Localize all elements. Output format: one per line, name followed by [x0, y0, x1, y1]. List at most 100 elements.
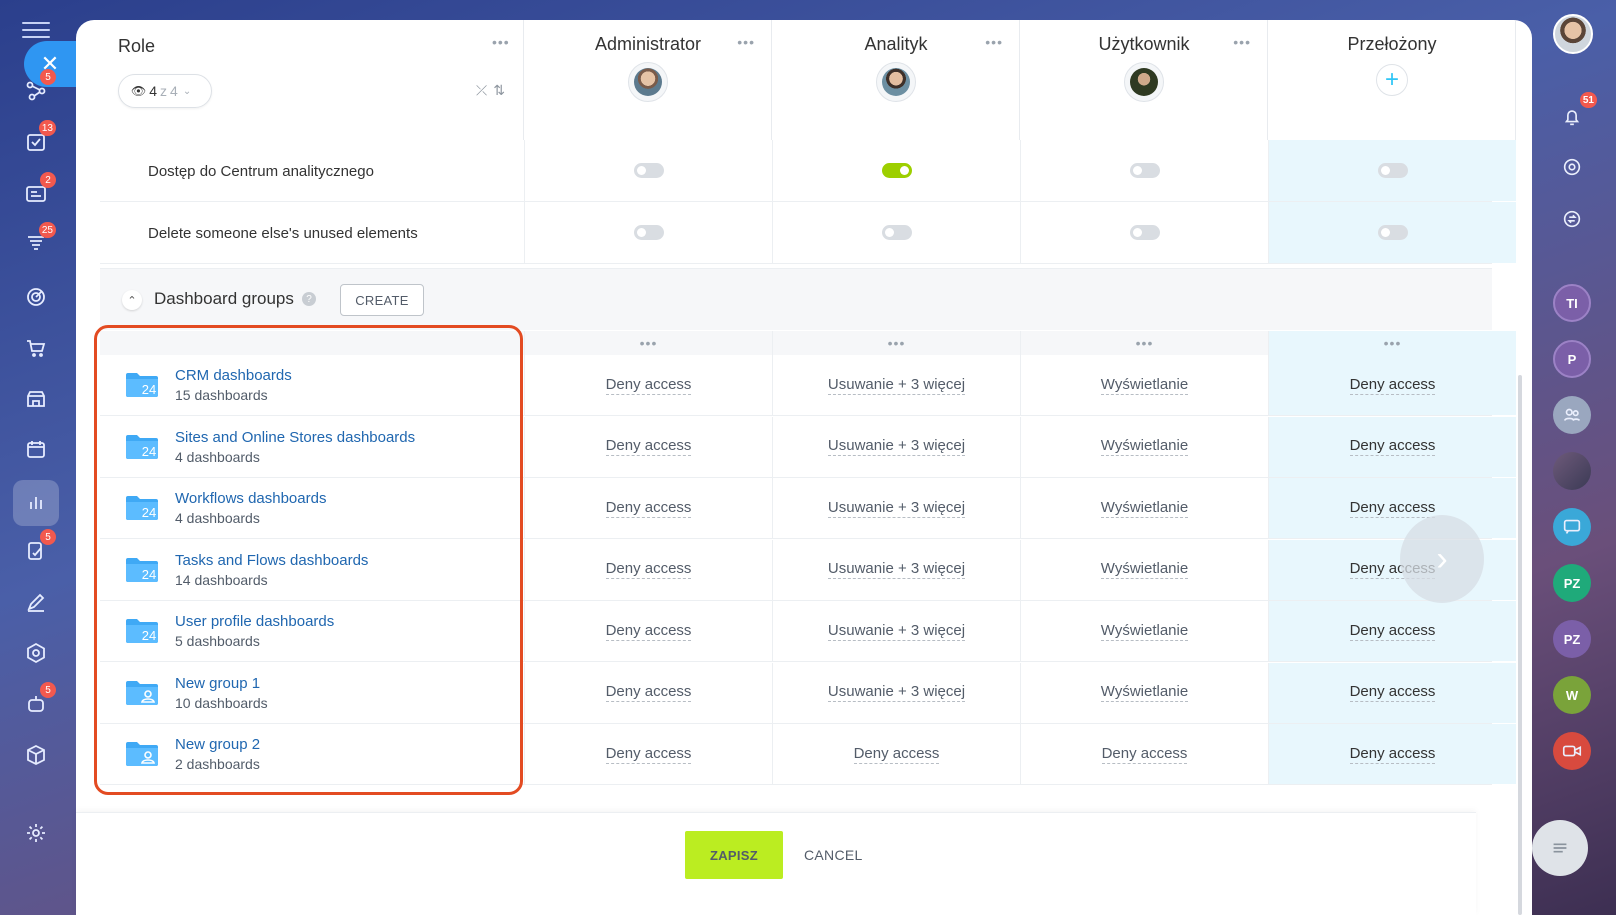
column-menu-icon[interactable]: ••• — [1020, 331, 1268, 355]
access-level-link[interactable]: Deny access — [605, 560, 692, 579]
group-name-link[interactable]: User profile dashboards — [175, 613, 334, 630]
nav-analytics-icon[interactable] — [13, 480, 59, 526]
nav-settings-icon[interactable] — [16, 813, 56, 853]
column-menu-icon[interactable]: ••• — [524, 331, 772, 355]
collapse-section-button[interactable]: ⌃ — [122, 290, 142, 310]
chat-avatar-ti[interactable]: TI — [1553, 284, 1591, 322]
access-level-link[interactable]: Deny access — [605, 745, 692, 764]
access-level-link[interactable]: Usuwanie + 3 więcej — [827, 437, 966, 456]
permission-toggle[interactable] — [1129, 163, 1160, 178]
permission-toggle[interactable] — [633, 163, 664, 178]
access-level-link[interactable]: Deny access — [1349, 499, 1436, 518]
nav-box-icon[interactable] — [16, 735, 56, 775]
group-name-link[interactable]: New group 1 — [175, 675, 260, 692]
access-level-link[interactable]: Usuwanie + 3 więcej — [827, 683, 966, 702]
nav-calendar-icon[interactable] — [16, 429, 56, 469]
role-avatar[interactable] — [628, 62, 668, 102]
access-level-link[interactable]: Deny access — [605, 437, 692, 456]
chat-avatar-w[interactable]: W — [1553, 676, 1591, 714]
group-dashboard-count: 10 dashboards — [175, 694, 268, 711]
access-level-link[interactable]: Deny access — [1349, 622, 1436, 641]
role-menu-icon[interactable]: ••• — [985, 34, 1003, 50]
chat-avatar-p[interactable]: P — [1553, 340, 1591, 378]
access-level-link[interactable]: Wyświetlanie — [1100, 622, 1189, 641]
column-menu-icon[interactable]: ••• — [1268, 331, 1516, 355]
access-level-link[interactable]: Deny access — [1349, 437, 1436, 456]
role-menu-icon[interactable]: ••• — [492, 34, 510, 50]
access-cell: Usuwanie + 3 więcej — [772, 601, 1020, 661]
access-level-link[interactable]: Deny access — [1101, 745, 1188, 764]
nav-tasks-icon[interactable]: 13 — [16, 120, 56, 162]
chat-avatar-pz-2[interactable]: PZ — [1553, 620, 1591, 658]
nav-funnel-icon[interactable]: 25 — [16, 222, 56, 264]
role-avatar[interactable] — [876, 62, 916, 102]
messages-icon[interactable] — [1553, 508, 1591, 546]
user-photo — [882, 68, 910, 96]
nav-store-icon[interactable] — [16, 379, 56, 419]
permission-toggle[interactable] — [1377, 163, 1408, 178]
access-level-link[interactable]: Wyświetlanie — [1100, 499, 1189, 518]
access-level-link[interactable]: Deny access — [1349, 745, 1436, 764]
access-level-link[interactable]: Usuwanie + 3 więcej — [827, 560, 966, 579]
menu-icon[interactable] — [22, 22, 50, 42]
nav-pen-icon[interactable] — [16, 582, 56, 622]
nav-target-icon[interactable] — [16, 277, 56, 317]
access-level-link[interactable]: Usuwanie + 3 więcej — [827, 376, 966, 395]
nav-robot-icon[interactable]: 5 — [16, 682, 56, 724]
chat-list-button[interactable] — [1532, 820, 1588, 876]
create-group-button[interactable]: CREATE — [340, 284, 424, 316]
access-level-link[interactable]: Wyświetlanie — [1100, 376, 1189, 395]
role-visibility-filter[interactable]: 👁 4 z 4 ⌄ — [118, 74, 212, 108]
svg-text:24: 24 — [142, 444, 156, 459]
nav-cart-icon[interactable] — [16, 328, 56, 368]
access-level-link[interactable]: Wyświetlanie — [1100, 560, 1189, 579]
folder-icon: 24 — [124, 431, 160, 461]
group-name-link[interactable]: Workflows dashboards — [175, 490, 326, 507]
permission-toggle[interactable] — [633, 225, 664, 240]
nav-hexagon-icon[interactable] — [16, 633, 56, 673]
access-level-link[interactable]: Deny access — [853, 745, 940, 764]
column-menu-icon[interactable]: ••• — [772, 331, 1020, 355]
access-level-link[interactable]: Deny access — [605, 499, 692, 518]
cancel-button[interactable]: CANCEL — [804, 831, 864, 879]
access-level-link[interactable]: Wyświetlanie — [1100, 437, 1189, 456]
access-level-link[interactable]: Deny access — [605, 683, 692, 702]
help-icon[interactable]: ? — [302, 292, 316, 306]
group-name-link[interactable]: New group 2 — [175, 736, 260, 753]
group-name-link[interactable]: Sites and Online Stores dashboards — [175, 429, 415, 446]
role-menu-icon[interactable]: ••• — [1233, 34, 1251, 50]
vertical-scrollbar[interactable] — [1518, 375, 1522, 915]
permission-cell — [1268, 140, 1516, 201]
group-name-link[interactable]: Tasks and Flows dashboards — [175, 552, 368, 569]
permission-toggle[interactable] — [881, 225, 912, 240]
chat-avatar-pz-1[interactable]: PZ — [1553, 564, 1591, 602]
user-avatar[interactable] — [1553, 14, 1593, 54]
permission-toggle[interactable] — [1129, 225, 1160, 240]
save-button[interactable]: ZAPISZ — [685, 831, 783, 879]
dashboard-group-row: 24 Tasks and Flows dashboards 14 dashboard… — [100, 539, 1516, 601]
copilot-icon[interactable] — [1553, 148, 1591, 186]
access-level-link[interactable]: Wyświetlanie — [1100, 683, 1189, 702]
access-level-link[interactable]: Deny access — [605, 622, 692, 641]
scroll-right-button[interactable]: › — [1400, 515, 1484, 603]
group-chat-icon[interactable] — [1553, 396, 1591, 434]
chat-avatar-city[interactable] — [1553, 452, 1591, 490]
access-level-link[interactable]: Usuwanie + 3 więcej — [827, 499, 966, 518]
access-level-link[interactable]: Usuwanie + 3 więcej — [827, 622, 966, 641]
nav-flow-icon[interactable]: 5 — [16, 69, 56, 111]
nav-sign-icon[interactable]: 5 — [16, 529, 56, 571]
role-avatar[interactable] — [1124, 62, 1164, 102]
access-level-link[interactable]: Deny access — [1349, 376, 1436, 395]
access-level-link[interactable]: Deny access — [1349, 683, 1436, 702]
group-name-link[interactable]: CRM dashboards — [175, 367, 292, 384]
video-call-icon[interactable] — [1553, 732, 1591, 770]
add-member-icon[interactable]: + — [1376, 64, 1408, 96]
role-menu-icon[interactable]: ••• — [737, 34, 755, 50]
collapse-expand-icon[interactable]: ⤫⇅ — [476, 82, 511, 99]
permission-toggle[interactable] — [1377, 225, 1408, 240]
permission-toggle[interactable] — [881, 163, 912, 178]
nav-feed-icon[interactable]: 2 — [16, 172, 56, 214]
access-level-link[interactable]: Deny access — [605, 376, 692, 395]
sync-icon[interactable] — [1553, 200, 1591, 238]
notifications-icon[interactable]: 51 — [1553, 92, 1597, 136]
